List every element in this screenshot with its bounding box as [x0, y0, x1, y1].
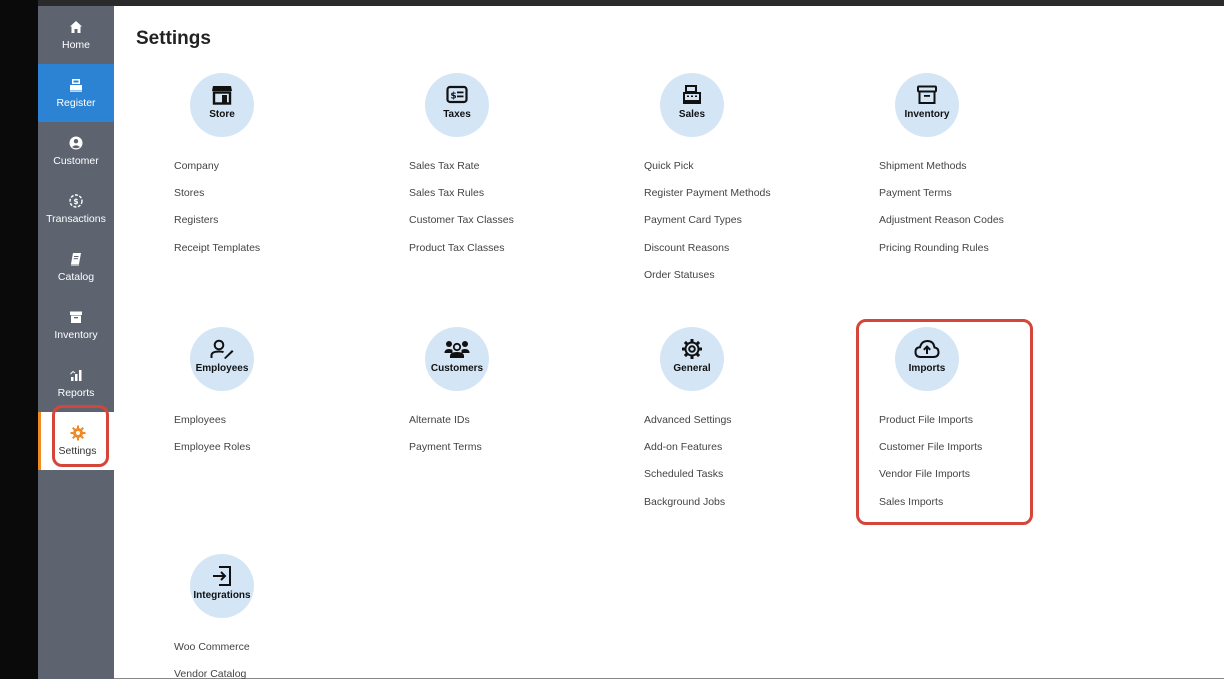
link-product-tax-classes[interactable]: Product Tax Classes [409, 242, 514, 269]
page-title: Settings [136, 28, 211, 49]
imports-highlight [856, 319, 1033, 525]
section-integrations-header[interactable]: Integrations [190, 554, 254, 618]
section-title: Store [209, 109, 235, 120]
link-background-jobs[interactable]: Background Jobs [644, 496, 732, 523]
window-edge [0, 0, 38, 679]
section-sales-links: Quick Pick Register Payment Methods Paym… [644, 160, 771, 296]
sidebar-item-label: Inventory [54, 329, 98, 341]
link-discount-reasons[interactable]: Discount Reasons [644, 242, 771, 269]
store-icon [211, 84, 233, 106]
sidebar-item-label: Reports [57, 387, 95, 399]
link-woo-commerce[interactable]: Woo Commerce [174, 641, 250, 668]
section-title: Employees [195, 363, 249, 374]
sidebar-item-catalog[interactable]: Catalog [38, 238, 114, 296]
section-sales-header[interactable]: Sales [660, 73, 724, 137]
customer-icon [68, 135, 84, 151]
link-payment-card-types[interactable]: Payment Card Types [644, 214, 771, 241]
sidebar-item-inventory[interactable]: Inventory [38, 296, 114, 354]
section-title: Inventory [904, 109, 950, 120]
home-icon [68, 19, 84, 35]
link-employees[interactable]: Employees [174, 414, 250, 441]
employees-icon [210, 338, 234, 360]
svg-text:$: $ [73, 197, 78, 206]
sidebar-item-label: Catalog [57, 271, 95, 283]
link-add-on-features[interactable]: Add-on Features [644, 441, 732, 468]
section-taxes-links: Sales Tax Rate Sales Tax Rules Customer … [409, 160, 514, 269]
link-stores[interactable]: Stores [174, 187, 260, 214]
integrations-icon [211, 565, 233, 587]
link-payment-terms[interactable]: Payment Terms [409, 441, 482, 468]
section-store-header[interactable]: Store [190, 73, 254, 137]
sidebar: Home Register Customer $ Transactions Ca… [38, 6, 114, 679]
link-sales-tax-rate[interactable]: Sales Tax Rate [409, 160, 514, 187]
section-general-links: Advanced Settings Add-on Features Schedu… [644, 414, 732, 523]
sidebar-item-label: Transactions [46, 213, 106, 225]
inventory-icon [68, 309, 84, 325]
section-inventory-header[interactable]: Inventory [895, 73, 959, 137]
catalog-icon [68, 251, 84, 267]
section-customers-header[interactable]: Customers [425, 327, 489, 391]
sidebar-item-home[interactable]: Home [38, 6, 114, 64]
section-title: General [673, 363, 711, 374]
transactions-icon: $ [68, 193, 84, 209]
link-pricing-rounding-rules[interactable]: Pricing Rounding Rules [879, 242, 1004, 269]
link-scheduled-tasks[interactable]: Scheduled Tasks [644, 468, 732, 495]
link-payment-terms[interactable]: Payment Terms [879, 187, 1004, 214]
sidebar-item-label: Home [61, 39, 90, 51]
link-sales-tax-rules[interactable]: Sales Tax Rules [409, 187, 514, 214]
sales-icon [681, 84, 703, 106]
link-adjustment-reason-codes[interactable]: Adjustment Reason Codes [879, 214, 1004, 241]
taxes-icon: $ [446, 84, 468, 106]
link-quick-pick[interactable]: Quick Pick [644, 160, 771, 187]
link-registers[interactable]: Registers [174, 214, 260, 241]
section-general-header[interactable]: General [660, 327, 724, 391]
inventory-box-icon [916, 84, 938, 106]
link-employee-roles[interactable]: Employee Roles [174, 441, 250, 468]
section-customers-links: Alternate IDs Payment Terms [409, 414, 482, 468]
link-vendor-catalog[interactable]: Vendor Catalog [174, 668, 250, 679]
link-shipment-methods[interactable]: Shipment Methods [879, 160, 1004, 187]
customers-icon [444, 338, 470, 360]
sidebar-item-customer[interactable]: Customer [38, 122, 114, 180]
section-employees-links: Employees Employee Roles [174, 414, 250, 468]
section-title: Sales [678, 109, 706, 120]
sidebar-item-transactions[interactable]: $ Transactions [38, 180, 114, 238]
section-employees-header[interactable]: Employees [190, 327, 254, 391]
gear-icon [681, 338, 703, 360]
svg-text:$: $ [450, 92, 456, 102]
section-store-links: Company Stores Registers Receipt Templat… [174, 160, 260, 269]
sidebar-item-label: Customer [53, 155, 99, 167]
link-order-statuses[interactable]: Order Statuses [644, 269, 771, 296]
link-customer-tax-classes[interactable]: Customer Tax Classes [409, 214, 514, 241]
settings-page: Settings Store Company Stores Registers … [114, 6, 1224, 679]
link-receipt-templates[interactable]: Receipt Templates [174, 242, 260, 269]
section-taxes-header[interactable]: $ Taxes [425, 73, 489, 137]
link-advanced-settings[interactable]: Advanced Settings [644, 414, 732, 441]
section-title: Integrations [193, 590, 251, 601]
link-company[interactable]: Company [174, 160, 260, 187]
reports-icon [68, 367, 84, 383]
register-icon [68, 77, 84, 93]
sidebar-item-reports[interactable]: Reports [38, 354, 114, 412]
section-title: Customers [430, 363, 484, 374]
link-register-payment-methods[interactable]: Register Payment Methods [644, 187, 771, 214]
section-integrations-links: Woo Commerce Vendor Catalog [174, 641, 250, 679]
settings-highlight [52, 405, 109, 467]
section-inventory-links: Shipment Methods Payment Terms Adjustmen… [879, 160, 1004, 269]
sidebar-item-register[interactable]: Register [38, 64, 114, 122]
sidebar-item-label: Register [56, 97, 96, 109]
section-title: Taxes [443, 109, 471, 120]
link-alternate-ids[interactable]: Alternate IDs [409, 414, 482, 441]
